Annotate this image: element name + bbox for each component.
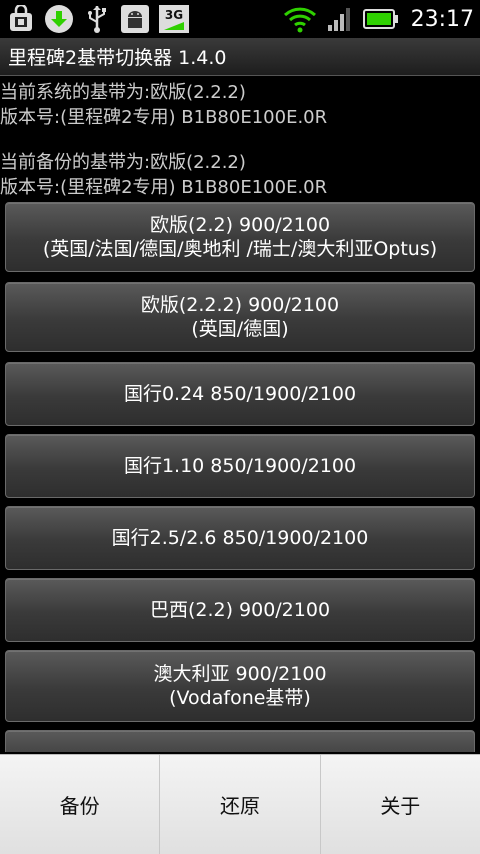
baseband-brazil-button[interactable]: 巴西(2.2) 900/2100 (5, 578, 475, 642)
about-menu-button[interactable]: 关于 (321, 755, 480, 854)
baseband-cn-1-10-button[interactable]: 国行1.10 850/1900/2100 (5, 434, 475, 498)
wifi-icon (283, 4, 317, 34)
button-line1: 国行2.5/2.6 850/1900/2100 (111, 527, 369, 549)
options-menu: 备份 还原 关于 (0, 754, 480, 854)
clock: 23:17 (410, 6, 474, 32)
button-line1: 国行1.10 850/1900/2100 (123, 455, 357, 477)
restore-menu-label: 还原 (219, 794, 260, 818)
current-baseband-info: 当前系统的基带为:欧版(2.2.2) 版本号:(里程碑2专用) B1B80E10… (0, 80, 480, 130)
signal-icon (325, 4, 355, 34)
shopping-bag-icon (6, 4, 36, 34)
current-baseband-line: 当前系统的基带为:欧版(2.2.2) (0, 82, 246, 103)
button-line2: (英国/德国) (191, 318, 289, 340)
backup-baseband-line: 当前备份的基带为:欧版(2.2.2) (0, 152, 246, 173)
baseband-button-list[interactable]: 欧版(2.2) 900/2100 (英国/法国/德国/奥地利 /瑞士/澳大利亚O… (0, 202, 480, 752)
about-menu-label: 关于 (380, 794, 421, 818)
baseband-next-button[interactable] (5, 730, 475, 752)
android-debug-icon (120, 4, 150, 34)
current-version-line: 版本号:(里程碑2专用) B1B80E100E.0R (0, 107, 328, 128)
button-line1: 澳大利亚 900/2100 (153, 663, 327, 685)
battery-icon (362, 4, 399, 34)
app-title-bar: 里程碑2基带切换器 1.4.0 (0, 38, 480, 76)
restore-menu-button[interactable]: 还原 (160, 755, 321, 854)
baseband-cn-0-24-button[interactable]: 国行0.24 850/1900/2100 (5, 362, 475, 426)
network-type-label: 3G (165, 8, 183, 22)
backup-baseband-info: 当前备份的基带为:欧版(2.2.2) 版本号:(里程碑2专用) B1B80E10… (0, 150, 480, 200)
baseband-cn-2-5-button[interactable]: 国行2.5/2.6 850/1900/2100 (5, 506, 475, 570)
download-icon (44, 4, 74, 34)
status-bar: 3G 23:17 (0, 0, 480, 38)
button-line1: 欧版(2.2) 900/2100 (149, 214, 331, 236)
backup-menu-button[interactable]: 备份 (0, 755, 161, 854)
baseband-australia-button[interactable]: 澳大利亚 900/2100 (Vodafone基带) (5, 650, 475, 722)
button-line1: 巴西(2.2) 900/2100 (149, 599, 331, 621)
baseband-eu-2-2-button[interactable]: 欧版(2.2) 900/2100 (英国/法国/德国/奥地利 /瑞士/澳大利亚O… (5, 202, 475, 272)
backup-menu-label: 备份 (59, 794, 100, 818)
3g-icon: 3G (158, 4, 190, 34)
button-line1: 国行0.24 850/1900/2100 (123, 383, 357, 405)
button-line2: (Vodafone基带) (169, 687, 311, 709)
backup-version-line: 版本号:(里程碑2专用) B1B80E100E.0R (0, 177, 328, 198)
usb-icon (82, 4, 112, 34)
button-line2: (英国/法国/德国/奥地利 /瑞士/澳大利亚Optus) (42, 238, 438, 260)
baseband-eu-2-2-2-button[interactable]: 欧版(2.2.2) 900/2100 (英国/德国) (5, 282, 475, 352)
button-line1: 欧版(2.2.2) 900/2100 (140, 294, 340, 316)
app-title: 里程碑2基带切换器 1.4.0 (8, 47, 227, 69)
